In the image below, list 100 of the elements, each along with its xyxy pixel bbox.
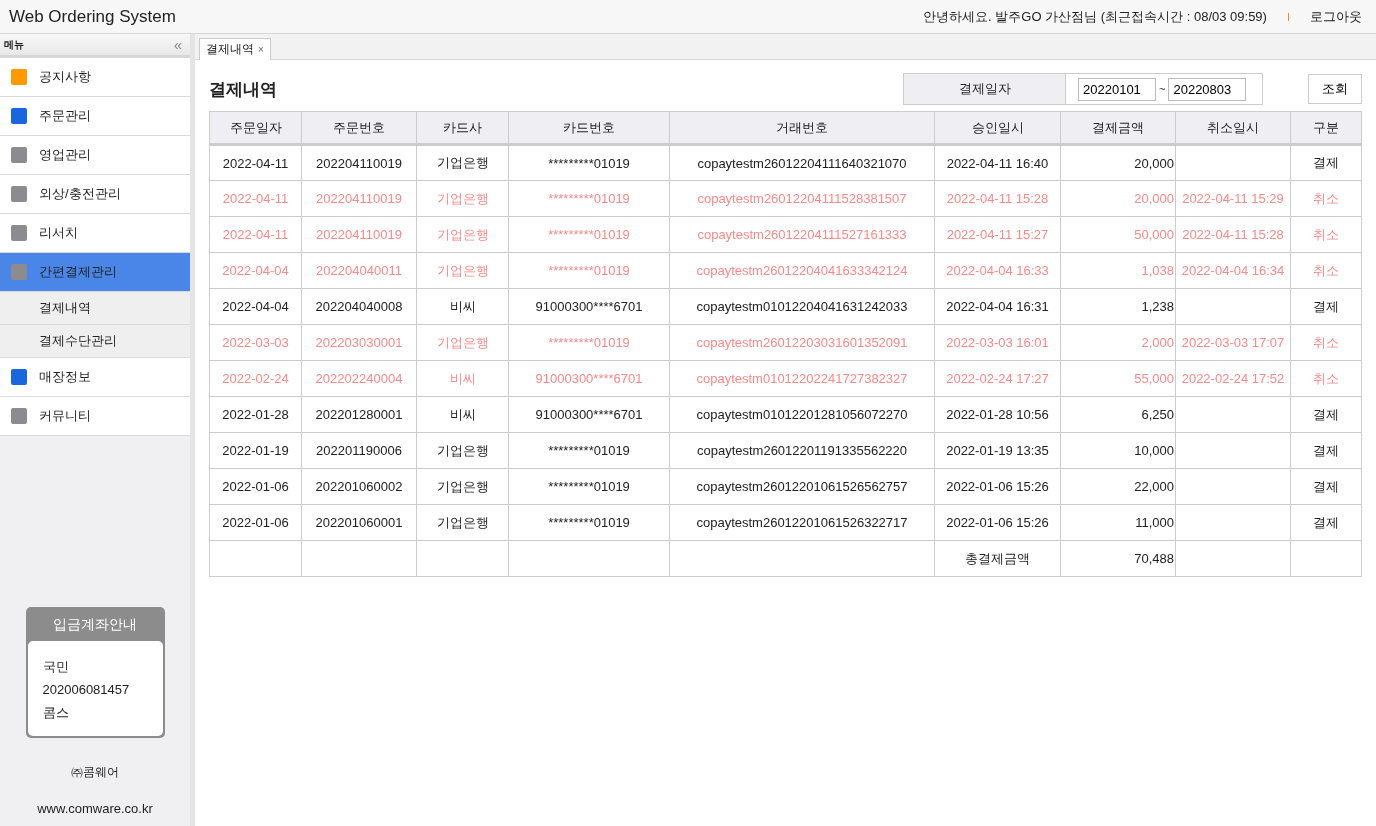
table-cell: 2022-01-06 <box>209 504 302 541</box>
table-cell: 2022-03-03 <box>209 324 302 361</box>
column-header: 주문일자 <box>209 111 302 145</box>
menu-item[interactable]: 공지사항 <box>0 58 190 97</box>
table-cell: 2022-01-06 15:26 <box>934 504 1061 541</box>
page-title: 결제내역 <box>209 78 278 101</box>
table-cell: 202204040011 <box>301 252 417 289</box>
menu-item[interactable]: 간편결제관리 <box>0 253 190 292</box>
table-cell: 2,000 <box>1060 324 1176 361</box>
table-cell: 2022-02-24 17:52 <box>1175 360 1291 397</box>
table-cell: 2022-01-19 13:35 <box>934 432 1061 469</box>
table-cell: 결제 <box>1290 504 1362 541</box>
table-cell: 비씨 <box>416 396 509 433</box>
table-cell: 2022-01-28 <box>209 396 302 433</box>
table-cell: 결제 <box>1290 432 1362 469</box>
company-name: ㈜콤웨어 <box>71 765 119 779</box>
table-cell: 취소 <box>1290 324 1362 361</box>
table-cell: 202203030001 <box>301 324 417 361</box>
date-to-field[interactable]: 20220803 <box>1168 77 1247 101</box>
table-cell: copaytestm01012201281056072270 <box>669 396 935 433</box>
greeting-text: 안녕하세요. 발주GO 가산점님 (최근접속시간 : 08/03 09:59) <box>923 7 1267 26</box>
table-cell: 2022-04-11 15:28 <box>1175 216 1291 253</box>
table-cell: 기업은행 <box>416 216 509 253</box>
table-cell: 기업은행 <box>416 180 509 217</box>
column-header: 카드사 <box>416 111 509 145</box>
table-cell: 2022-03-03 17:07 <box>1175 324 1291 361</box>
table-cell: 2022-04-04 16:34 <box>1175 252 1291 289</box>
app-title: Web Ordering System <box>9 6 177 27</box>
table-cell: 2022-02-24 <box>209 360 302 397</box>
menu-item[interactable]: 매장정보 <box>0 358 190 397</box>
column-header: 구분 <box>1290 111 1362 145</box>
table-cell: 202202240004 <box>301 360 417 397</box>
table-cell: 2022-04-11 <box>209 216 302 253</box>
column-header: 취소일시 <box>1175 111 1291 145</box>
column-header: 주문번호 <box>301 111 417 145</box>
table-cell: 2022-04-11 15:29 <box>1175 180 1291 217</box>
total-value: 70,488 <box>1060 540 1176 577</box>
submenu-item[interactable]: 결제내역 <box>0 292 190 325</box>
date-from-field[interactable]: 20220101 <box>1078 77 1156 101</box>
table-cell: 결제 <box>1290 288 1362 325</box>
table-cell: 202201060002 <box>301 468 417 505</box>
table-cell: 결제 <box>1290 396 1362 433</box>
table-cell: 202201280001 <box>301 396 417 433</box>
table-cell: 2022-01-28 10:56 <box>934 396 1061 433</box>
table-cell: 50,000 <box>1060 216 1176 253</box>
table-cell: 2022-01-19 <box>209 432 302 469</box>
table-cell: 기업은행 <box>416 324 509 361</box>
table-cell: copaytestm26012204041633342124 <box>669 252 935 289</box>
table-cell: 2022-04-04 16:31 <box>934 288 1061 325</box>
table-cell: copaytestm26012201061526322717 <box>669 504 935 541</box>
table-cell: 취소 <box>1290 216 1362 253</box>
table-cell: 기업은행 <box>416 144 509 181</box>
table-cell: 기업은행 <box>416 432 509 469</box>
table-cell: 결제 <box>1290 144 1362 181</box>
table-cell: 22,000 <box>1060 468 1176 505</box>
menu-item[interactable]: 커뮤니티 <box>0 397 190 436</box>
menu-item[interactable]: 리서치 <box>0 214 190 253</box>
table-cell: 11,000 <box>1060 504 1176 541</box>
table-cell: copaytestm01012202241727382327 <box>669 360 935 397</box>
table-cell: 202204110019 <box>301 216 417 253</box>
table-cell: 2022-04-04 <box>209 288 302 325</box>
submenu-item[interactable]: 결제수단관리 <box>0 325 190 358</box>
table-cell: copaytestm26012201191335562220 <box>669 432 935 469</box>
total-label: 총결제금액 <box>934 540 1061 577</box>
menu-item[interactable]: 영업관리 <box>0 136 190 175</box>
menu-item[interactable]: 주문관리 <box>0 97 190 136</box>
table-cell: 2022-04-11 15:27 <box>934 216 1061 253</box>
table-cell: 202201060001 <box>301 504 417 541</box>
table-cell: copaytestm26012204111640321070 <box>669 144 935 181</box>
table-cell: 2022-02-24 17:27 <box>934 360 1061 397</box>
table-cell: *********01019 <box>508 432 670 469</box>
logout-link[interactable]: 로그아웃 <box>1310 7 1362 26</box>
table-cell: 기업은행 <box>416 504 509 541</box>
account-line: 국민 <box>42 658 70 676</box>
table-cell: 비씨 <box>416 288 509 325</box>
table-cell: 2022-04-11 <box>209 180 302 217</box>
menu-item[interactable]: 외상/충전관리 <box>0 175 190 214</box>
tab[interactable]: 결제내역 × <box>199 38 271 60</box>
column-header: 승인일시 <box>934 111 1061 145</box>
table-cell: 취소 <box>1290 252 1362 289</box>
table-cell: 2022-04-04 16:33 <box>934 252 1061 289</box>
table-cell: *********01019 <box>508 504 670 541</box>
range-separator: ~ <box>1159 83 1166 95</box>
table-cell: 91000300****6701 <box>508 396 670 433</box>
table-cell: 비씨 <box>416 360 509 397</box>
table-cell: 202204110019 <box>301 180 417 217</box>
table-cell: copaytestm01012204041631242033 <box>669 288 935 325</box>
table-cell: 취소 <box>1290 360 1362 397</box>
search-button[interactable]: 조회 <box>1308 74 1362 104</box>
table-cell: 6,250 <box>1060 396 1176 433</box>
table-cell: 2022-01-06 15:26 <box>934 468 1061 505</box>
close-icon[interactable]: × <box>258 44 264 55</box>
table-cell: 202204040008 <box>301 288 417 325</box>
table-cell: *********01019 <box>508 468 670 505</box>
table-cell: 2022-03-03 16:01 <box>934 324 1061 361</box>
table-cell: *********01019 <box>508 180 670 217</box>
table-cell: 202204110019 <box>301 144 417 181</box>
table-cell: 20,000 <box>1060 180 1176 217</box>
table-cell: *********01019 <box>508 324 670 361</box>
table-cell: copaytestm26012203031601352091 <box>669 324 935 361</box>
